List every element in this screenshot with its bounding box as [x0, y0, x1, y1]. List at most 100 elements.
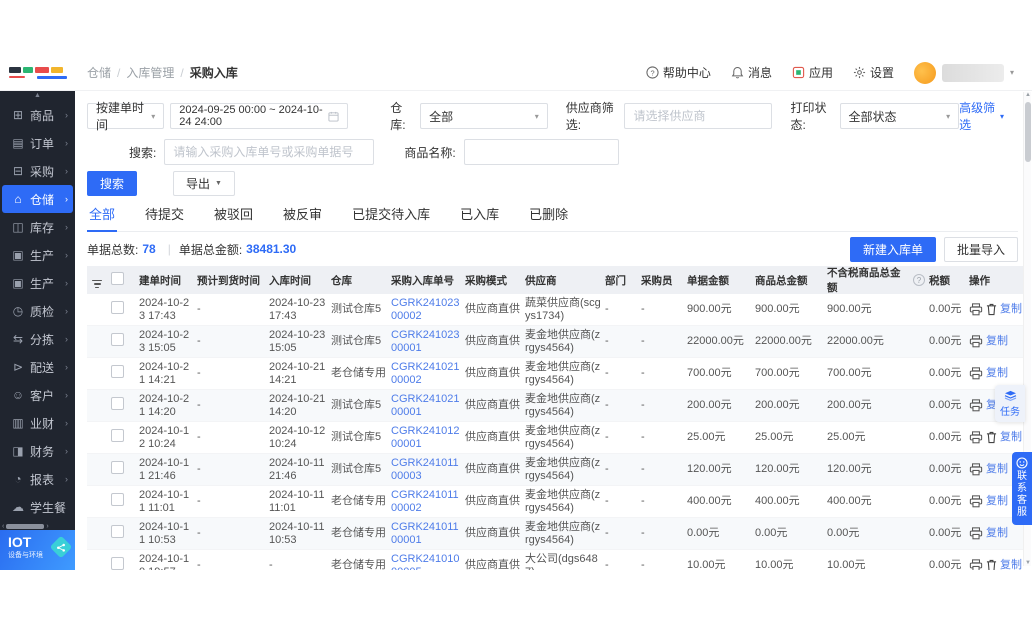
product-name-input[interactable]: [464, 139, 619, 165]
iot-banner[interactable]: IOT 设备与环境: [0, 530, 75, 570]
messages-button[interactable]: 消息: [731, 64, 772, 81]
cell-created-time: 2024-10-23 15:05: [139, 329, 197, 355]
export-button[interactable]: 导出 ▼: [173, 171, 235, 196]
sidebar-item[interactable]: ☺ 客户 ›: [2, 381, 73, 409]
status-tab[interactable]: 已提交待入库: [350, 200, 432, 231]
copy-link[interactable]: 复制: [986, 335, 1008, 348]
copy-link[interactable]: 复制: [986, 367, 1008, 380]
help-center-button[interactable]: ? 帮助中心: [646, 64, 711, 81]
help-icon[interactable]: ?: [913, 274, 925, 286]
cell-expected-time: -: [197, 367, 269, 380]
order-number-link[interactable]: CGRK24102100001: [391, 393, 465, 419]
sidebar-item[interactable]: ▤ 订单 ›: [2, 129, 73, 157]
breadcrumb-item[interactable]: 入库管理: [126, 64, 174, 81]
trash-icon[interactable]: [986, 431, 997, 444]
status-tab[interactable]: 已入库: [458, 200, 501, 231]
order-number-link[interactable]: CGRK24102300001: [391, 329, 465, 355]
warehouse-select[interactable]: 全部 ▾: [420, 103, 548, 129]
row-checkbox[interactable]: [111, 461, 124, 474]
settings-button[interactable]: 设置: [853, 64, 894, 81]
order-number-link[interactable]: CGRK24101000005: [391, 553, 465, 571]
print-icon[interactable]: [969, 335, 983, 348]
customer-service-button[interactable]: 联系客服: [1012, 452, 1032, 525]
print-icon[interactable]: [969, 559, 983, 570]
sidebar-item[interactable]: ◨ 财务 ›: [2, 437, 73, 465]
vertical-scrollbar-thumb[interactable]: [1025, 102, 1031, 162]
copy-link[interactable]: 复制: [986, 495, 1008, 508]
sidebar-scroll-up-icon[interactable]: ▲: [0, 91, 75, 101]
order-number-link[interactable]: CGRK24101200001: [391, 425, 465, 451]
order-number-link[interactable]: CGRK24101100001: [391, 521, 465, 547]
copy-link[interactable]: 复制: [986, 527, 1008, 540]
status-tab[interactable]: 已删除: [527, 200, 570, 231]
column-settings-icon[interactable]: [87, 272, 111, 288]
sidebar-item[interactable]: ⌂ 仓储 ›: [2, 185, 73, 213]
sidebar-item[interactable]: ▣ 生产 ›: [2, 269, 73, 297]
bulk-import-button[interactable]: 批量导入: [944, 237, 1018, 262]
order-number-link[interactable]: CGRK24101100003: [391, 457, 465, 483]
copy-link[interactable]: 复制: [1000, 559, 1022, 570]
print-icon[interactable]: [969, 431, 983, 444]
task-panel-button[interactable]: 任务: [995, 385, 1025, 422]
print-icon[interactable]: [969, 399, 983, 412]
trash-icon[interactable]: [986, 303, 997, 316]
cell-expected-time: -: [197, 495, 269, 508]
print-icon[interactable]: [969, 367, 983, 380]
print-icon[interactable]: [969, 527, 983, 540]
sidebar-item[interactable]: ⊟ 采购 ›: [2, 157, 73, 185]
status-tab[interactable]: 全部: [87, 200, 117, 231]
sidebar-item[interactable]: ◫ 库存 ›: [2, 213, 73, 241]
column-header: 建单时间 ?: [139, 273, 197, 288]
cell-department: -: [605, 303, 641, 316]
order-number-link[interactable]: CGRK24102100002: [391, 361, 465, 387]
order-number-link[interactable]: CGRK24102300002: [391, 297, 465, 323]
row-checkbox[interactable]: [111, 557, 124, 570]
sidebar-item[interactable]: ☁ 学生餐: [2, 493, 73, 521]
sidebar-item[interactable]: ⊞ 商品 ›: [2, 101, 73, 129]
row-checkbox[interactable]: [111, 333, 124, 346]
sidebar-item[interactable]: ⇆ 分拣 ›: [2, 325, 73, 353]
help-circle-icon: ?: [646, 66, 659, 79]
cell-untaxed-amount: 400.00元: [827, 495, 929, 508]
sidebar-item[interactable]: ◔ 报表 ›: [2, 465, 73, 493]
row-checkbox[interactable]: [111, 397, 124, 410]
user-menu[interactable]: ▾: [914, 62, 1014, 84]
search-button[interactable]: 搜索: [87, 171, 137, 196]
print-icon[interactable]: [969, 303, 983, 316]
search-input[interactable]: [164, 139, 374, 165]
status-tab[interactable]: 被反审: [281, 200, 324, 231]
row-checkbox[interactable]: [111, 429, 124, 442]
sidebar-item-label: 采购: [30, 163, 54, 180]
date-range-picker[interactable]: 2024-09-25 00:00 ~ 2024-10-24 24:00: [170, 103, 348, 129]
row-checkbox[interactable]: [111, 493, 124, 506]
row-checkbox[interactable]: [111, 525, 124, 538]
print-status-select[interactable]: 全部状态 ▾: [840, 103, 960, 129]
date-type-select[interactable]: 按建单时间 ▾: [87, 103, 164, 129]
status-tab[interactable]: 被驳回: [212, 200, 255, 231]
copy-link[interactable]: 复制: [1000, 303, 1022, 316]
select-all-checkbox[interactable]: [111, 272, 124, 285]
status-tab[interactable]: 待提交: [143, 200, 186, 231]
scroll-up-icon[interactable]: ▲: [1024, 92, 1032, 98]
scroll-down-icon[interactable]: ▼: [1024, 560, 1032, 566]
print-icon[interactable]: [969, 463, 983, 476]
print-icon[interactable]: [969, 495, 983, 508]
sidebar-scrollbar[interactable]: ‹›: [0, 522, 75, 530]
breadcrumb-item[interactable]: 仓储: [87, 64, 111, 81]
order-number-link[interactable]: CGRK24101100002: [391, 489, 465, 515]
row-checkbox[interactable]: [111, 301, 124, 314]
copy-link[interactable]: 复制: [986, 463, 1008, 476]
sidebar-item[interactable]: ▥ 业财 ›: [2, 409, 73, 437]
column-header: 部门 ?: [605, 273, 641, 288]
sidebar-item[interactable]: ⊳ 配送 ›: [2, 353, 73, 381]
row-checkbox[interactable]: [111, 365, 124, 378]
copy-link[interactable]: 复制: [1000, 431, 1022, 444]
trash-icon[interactable]: [986, 559, 997, 570]
sidebar-item[interactable]: ▣ 生产 ›: [2, 241, 73, 269]
advanced-filter-toggle[interactable]: 高级筛选 ▾: [959, 99, 1004, 133]
cell-inbound-time: 2024-10-11 10:53: [269, 521, 331, 547]
apps-button[interactable]: 应用: [792, 64, 833, 81]
sidebar-item[interactable]: ◷ 质检 ›: [2, 297, 73, 325]
supplier-filter-input[interactable]: [624, 103, 772, 129]
create-inbound-button[interactable]: 新建入库单: [850, 237, 936, 262]
